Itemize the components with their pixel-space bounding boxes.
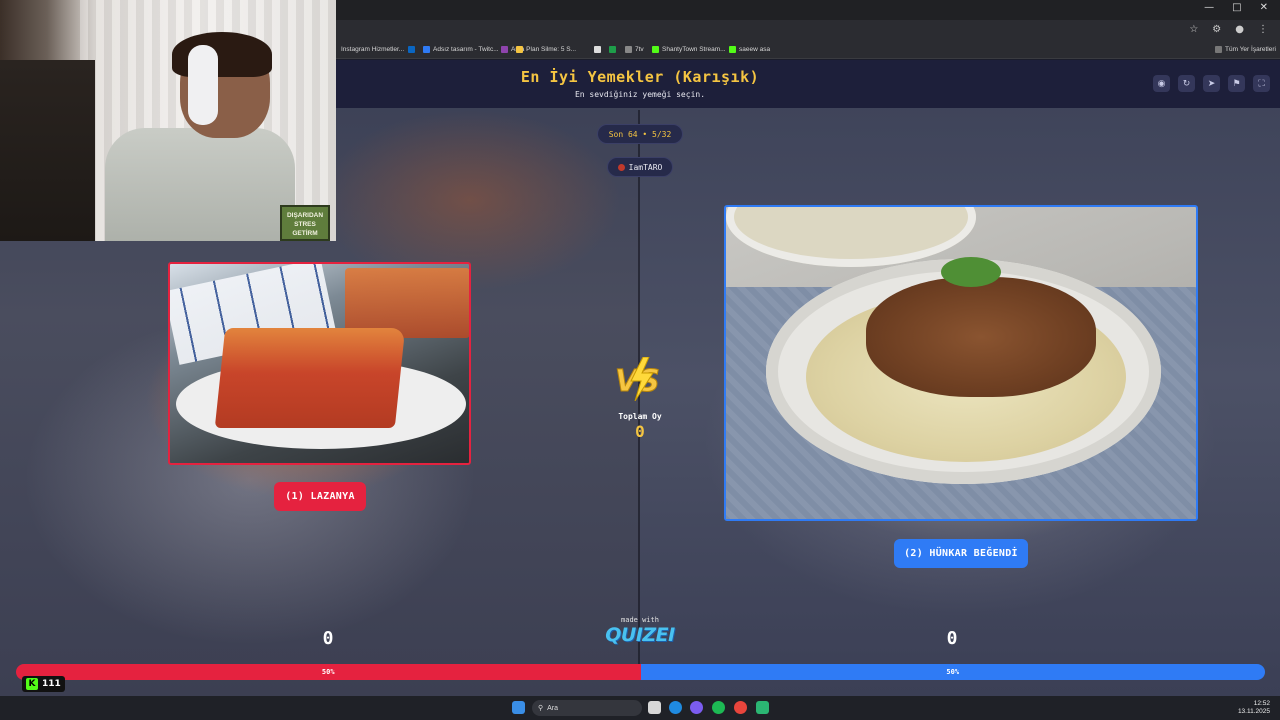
headset-shape <box>188 45 218 125</box>
webcam-sign: DIŞARIDAN STRES GETİRM <box>280 205 330 241</box>
bookmark-icon <box>423 46 430 53</box>
option-2-button[interactable]: (2) HÜNKAR BEĞENDİ <box>894 539 1028 568</box>
flag-icon[interactable]: ⚑ <box>1228 75 1245 92</box>
spotify-icon[interactable] <box>712 701 725 714</box>
window-controls: — □ ✕ <box>1204 2 1268 13</box>
option-image-lasagna[interactable] <box>168 262 471 465</box>
round-badge: Son 64 • 5/32 <box>597 124 683 144</box>
screen: — □ ✕ ☆ ⚙ ● ⋮ Instagram Hizmetler... Ads… <box>0 0 1280 720</box>
bookmark-item[interactable]: Arka Plan Silme: 5 S... <box>501 46 576 53</box>
minimize-icon[interactable]: — <box>1204 2 1214 13</box>
viewer-count: 111 <box>42 679 61 689</box>
seventv-icon <box>625 46 632 53</box>
plate-shape <box>726 207 976 267</box>
all-bookmarks[interactable]: Tüm Yer İşaretleri <box>1215 46 1276 53</box>
chrome-icon[interactable] <box>734 701 747 714</box>
option-2-vote-count: 0 <box>946 628 958 649</box>
menu-icon[interactable]: ⋮ <box>1258 24 1268 35</box>
bookmark-item[interactable] <box>408 46 415 53</box>
profile-icon[interactable]: ● <box>1235 24 1244 35</box>
bookmark-item[interactable]: ShantyTown Stream... <box>652 46 726 53</box>
taskbar-search[interactable]: ⚲ Ara <box>532 700 642 716</box>
discord-icon[interactable] <box>690 701 703 714</box>
shelf-shape <box>0 60 95 241</box>
option-image-hunkar-begendi[interactable] <box>724 205 1198 521</box>
document-icon <box>594 46 601 53</box>
herb-shape <box>941 257 1001 287</box>
send-icon[interactable]: ➤ <box>1203 75 1220 92</box>
clock-time: 12:52 <box>1253 700 1270 707</box>
option-1-vote-count: 0 <box>322 628 334 649</box>
taskbar-clock[interactable]: 12:52 13.11.2025 <box>1238 700 1270 716</box>
bookmark-item[interactable]: 7tv <box>625 46 644 53</box>
lasagna-shape <box>214 328 406 428</box>
bookmark-item[interactable] <box>516 46 523 53</box>
eye-icon[interactable]: ◉ <box>1153 75 1170 92</box>
kick-icon: K <box>26 678 38 690</box>
avatar <box>617 163 625 171</box>
bookmark-item[interactable]: saeew asa <box>729 46 770 53</box>
brand-logo[interactable]: QUIZEI <box>600 624 680 646</box>
header-actions: ◉ ↻ ➤ ⚑ ⛶ <box>1153 75 1270 92</box>
folder-icon <box>1215 46 1222 53</box>
user-name: IamTARO <box>628 162 663 172</box>
spreadsheet-icon <box>609 46 616 53</box>
clock-date: 13.11.2025 <box>1237 708 1270 715</box>
user-badge: IamTARO <box>607 157 673 177</box>
total-votes-value: 0 <box>635 422 645 441</box>
app-icon[interactable] <box>756 701 769 714</box>
close-icon[interactable]: ✕ <box>1260 2 1268 13</box>
extensions-icon[interactable]: ⚙ <box>1212 24 1221 35</box>
kick-icon <box>729 46 736 53</box>
bookmark-item[interactable] <box>609 46 616 53</box>
edge-icon[interactable] <box>669 701 682 714</box>
taskbar: ⚲ Ara 12:52 13.11.2025 <box>0 696 1280 720</box>
toolbar-actions: ☆ ⚙ ● ⋮ <box>1189 24 1268 35</box>
linkedin-icon <box>408 46 415 53</box>
total-votes-label: Toplam Oy <box>618 412 662 421</box>
vote-progress-bar: 50% 50% <box>16 664 1265 680</box>
bookmark-item[interactable]: Instagram Hizmetler... <box>341 46 404 53</box>
bookmark-icon <box>516 46 523 53</box>
person-body <box>105 128 295 241</box>
search-icon: ⚲ <box>538 705 544 712</box>
option-1-button[interactable]: (1) LAZANYA <box>274 482 366 511</box>
webcam-overlay: DIŞARIDAN STRES GETİRM <box>0 0 336 241</box>
meat-shape <box>866 277 1096 397</box>
kick-viewer-badge: K 111 <box>22 676 65 692</box>
option-2-progress: 50% <box>640 664 1265 680</box>
option-1-progress: 50% <box>16 664 641 680</box>
bookmark-star-icon[interactable]: ☆ <box>1189 24 1198 35</box>
start-icon[interactable] <box>512 701 525 714</box>
person-hair <box>172 32 272 77</box>
file-explorer-icon[interactable] <box>648 701 661 714</box>
kick-icon <box>652 46 659 53</box>
made-with-label: made with <box>621 616 659 624</box>
bookmark-item[interactable]: Adsız tasarım - Twitc... <box>423 46 499 53</box>
bookmark-icon <box>501 46 508 53</box>
versus-icon: VS <box>615 357 660 401</box>
bookmark-item[interactable] <box>594 46 601 53</box>
restore-icon[interactable]: □ <box>1232 2 1241 13</box>
fullscreen-icon[interactable]: ⛶ <box>1253 75 1270 92</box>
link-icon[interactable]: ↻ <box>1178 75 1195 92</box>
